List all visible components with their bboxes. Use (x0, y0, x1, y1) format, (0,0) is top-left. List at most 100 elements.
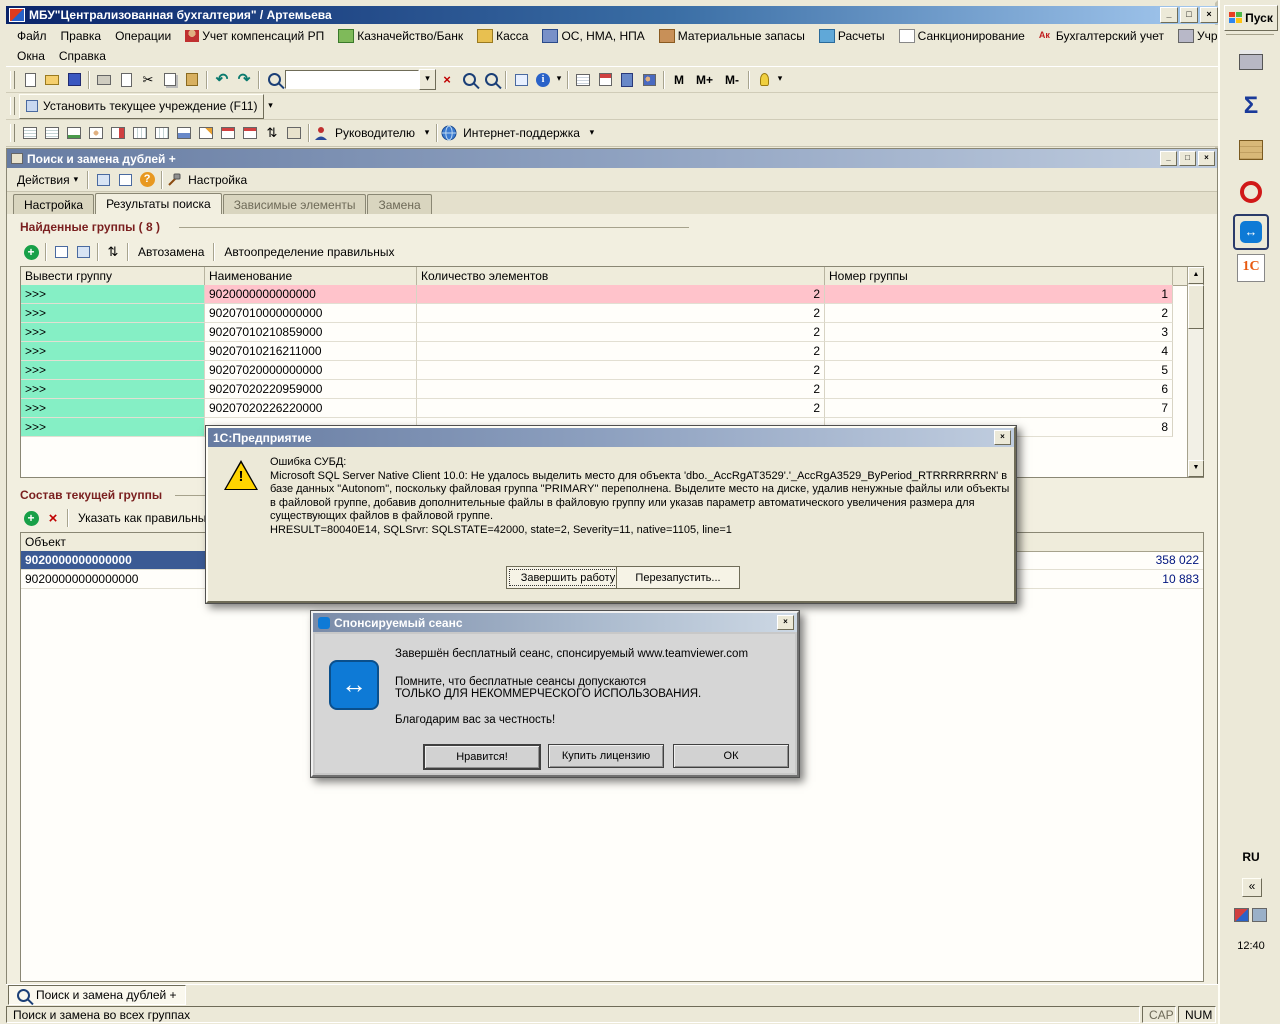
table-row[interactable]: >>> 9020000000000000 2 1 (21, 285, 1203, 304)
buy-license-button[interactable]: Купить лицензию (548, 744, 664, 768)
calculator-button[interactable] (616, 69, 638, 91)
scroll-down-button[interactable]: ▼ (1188, 460, 1204, 477)
language-indicator[interactable]: RU (1220, 850, 1280, 864)
autoreplace-button[interactable]: Автозамена (132, 243, 210, 261)
open-button[interactable] (41, 69, 63, 91)
cut-button[interactable]: ✂ (137, 69, 159, 91)
new-document-button[interactable] (19, 69, 41, 91)
set-institution-button[interactable]: Установить текущее учреждение (F11) (19, 94, 264, 119)
tray-collapse-button[interactable]: « (1242, 878, 1262, 897)
expand-group-button[interactable] (50, 241, 72, 263)
column-header-num[interactable]: Номер группы (825, 267, 1173, 285)
scroll-up-button[interactable]: ▲ (1188, 267, 1204, 284)
copy-fragment-button[interactable] (510, 69, 532, 91)
journal-icon[interactable] (85, 122, 107, 144)
manager-dropdown[interactable]: ▾ (421, 124, 433, 143)
menu-treasury[interactable]: Казначейство/Банк (331, 25, 470, 46)
table-button[interactable] (572, 69, 594, 91)
column-header-object[interactable]: Объект (21, 533, 221, 551)
tray-monitor-icon[interactable] (1252, 908, 1267, 922)
journal-icon[interactable] (107, 122, 129, 144)
table-row[interactable]: >>> 90207020220959000 2 6 (21, 380, 1203, 399)
tab-dependent-elements[interactable]: Зависимые элементы (223, 194, 367, 214)
child-minimize-button[interactable]: _ (1160, 151, 1177, 166)
tab-search-results[interactable]: Результаты поиска (95, 193, 222, 215)
error-dialog-close-button[interactable]: × (994, 430, 1011, 445)
copy-button[interactable] (159, 69, 181, 91)
quicklaunch-teamviewer[interactable]: ↔ (1233, 214, 1269, 250)
journal-icon[interactable] (41, 122, 63, 144)
column-header-count[interactable]: Количество элементов (417, 267, 825, 285)
support-dropdown[interactable]: ▾ (586, 124, 598, 143)
manager-menu-button[interactable]: Руководителю (329, 124, 421, 142)
start-button[interactable]: Пуск (1224, 5, 1278, 31)
info-button[interactable]: i (532, 69, 554, 91)
tab-settings[interactable]: Настройка (13, 194, 94, 214)
collapse-group-button[interactable] (72, 241, 94, 263)
quicklaunch-opera[interactable] (1235, 176, 1267, 208)
sort-button[interactable]: ⇅ (102, 241, 124, 263)
settings-button[interactable]: Настройка (182, 171, 253, 189)
table-row[interactable]: >>> 90207010210859000 2 3 (21, 323, 1203, 342)
journal-icon[interactable] (19, 122, 41, 144)
journal-icon[interactable] (129, 122, 151, 144)
internet-support-button[interactable]: Интернет-поддержка (457, 124, 586, 142)
add-group-button[interactable]: + (20, 241, 42, 263)
journal-icon[interactable] (63, 122, 85, 144)
table-row[interactable]: >>> 90207020226220000 2 7 (21, 399, 1203, 418)
save-button[interactable] (63, 69, 85, 91)
toolbar-grip[interactable] (10, 97, 15, 115)
contacts-button[interactable] (638, 69, 660, 91)
tips-dropdown[interactable]: ▾ (775, 70, 785, 89)
menu-sanctioning[interactable]: Санкционирование (892, 25, 1032, 46)
menu-settlements[interactable]: Расчеты (812, 25, 892, 46)
quicklaunch-printer[interactable] (1235, 46, 1267, 78)
search-dropdown-button[interactable]: ▾ (419, 69, 436, 90)
tips-button[interactable] (753, 69, 775, 91)
add-element-button[interactable]: + (20, 507, 42, 529)
menu-edit[interactable]: Правка (54, 25, 109, 46)
column-header-flag[interactable]: Вывести группу (21, 267, 205, 285)
ok-button[interactable]: ОК (673, 744, 789, 768)
paste-button[interactable] (181, 69, 203, 91)
envelope-icon[interactable]: ⇅ (261, 122, 283, 144)
reread-button[interactable] (92, 169, 114, 191)
list-settings-button[interactable] (114, 169, 136, 191)
menu-accounting[interactable]: АкБухгалтерский учет (1032, 25, 1171, 46)
maximize-button[interactable]: □ (1180, 7, 1198, 23)
vertical-scrollbar[interactable]: ▲ ▼ (1187, 267, 1203, 477)
mark-correct-button[interactable]: Указать как правильный (72, 509, 219, 527)
memory-add-button[interactable]: M+ (690, 71, 719, 89)
table-row[interactable]: >>> 90207010000000000 2 2 (21, 304, 1203, 323)
redo-button[interactable]: ↷ (233, 69, 255, 91)
memory-recall-button[interactable]: M (668, 71, 690, 89)
preview-button[interactable] (115, 69, 137, 91)
menu-windows[interactable]: Окна (10, 46, 52, 66)
tv-dialog-close-button[interactable]: × (777, 615, 794, 630)
child-close-button[interactable]: × (1198, 151, 1215, 166)
autodetect-button[interactable]: Автоопределение правильных (218, 243, 400, 261)
print-button[interactable] (93, 69, 115, 91)
journal-icon[interactable] (283, 122, 305, 144)
institution-dropdown[interactable]: ▾ (264, 97, 276, 116)
scroll-thumb[interactable] (1188, 285, 1204, 329)
tab-replace[interactable]: Замена (367, 194, 431, 214)
shutdown-button[interactable]: Завершить работу (506, 566, 630, 589)
journal-icon[interactable] (195, 122, 217, 144)
like-button[interactable]: Нравится! (423, 744, 541, 770)
restart-button[interactable]: Перезапустить... (616, 566, 740, 589)
search-clear-button[interactable]: × (436, 69, 458, 91)
journal-icon[interactable] (239, 122, 261, 144)
close-button[interactable]: × (1200, 7, 1218, 23)
journal-icon[interactable] (217, 122, 239, 144)
column-header-name[interactable]: Наименование (205, 267, 417, 285)
journal-icon[interactable] (151, 122, 173, 144)
journal-icon[interactable] (173, 122, 195, 144)
search-button[interactable] (263, 69, 285, 91)
table-row[interactable]: >>> 90207010216211000 2 4 (21, 342, 1203, 361)
find-previous-button[interactable] (458, 69, 480, 91)
search-input[interactable] (285, 70, 419, 89)
find-next-button[interactable] (480, 69, 502, 91)
info-dropdown[interactable]: ▾ (554, 70, 564, 89)
quicklaunch-1c[interactable]: 1С (1235, 252, 1267, 284)
